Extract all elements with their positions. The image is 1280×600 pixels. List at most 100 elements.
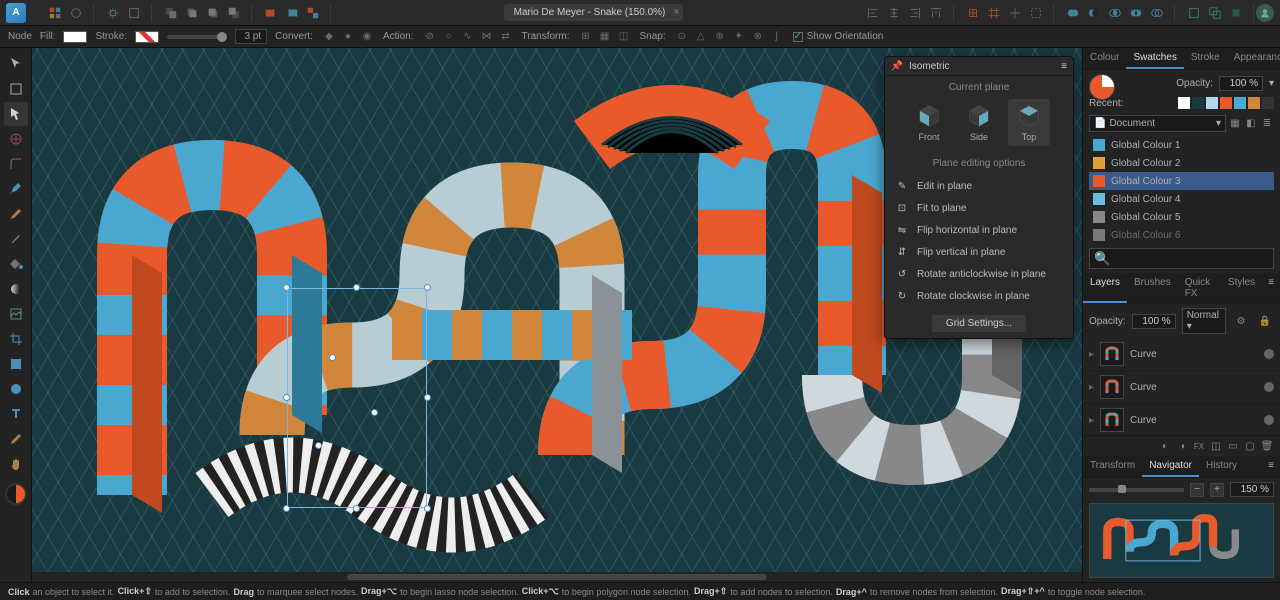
action-join-icon[interactable]: ⋈: [479, 29, 495, 45]
align-center-icon[interactable]: [885, 4, 903, 22]
grid-icon[interactable]: [985, 4, 1003, 22]
navigator-tab-history[interactable]: History: [1199, 456, 1244, 477]
align-left-icon[interactable]: [864, 4, 882, 22]
layers-panel-menu-icon[interactable]: ≡: [1262, 273, 1280, 303]
swatches-tab-colour[interactable]: Colour: [1083, 48, 1126, 69]
recent-swatch[interactable]: [1262, 97, 1274, 109]
layer-row[interactable]: ▸ Curve: [1083, 404, 1280, 435]
zoom-out-button[interactable]: −: [1190, 483, 1204, 497]
action-close-icon[interactable]: ○: [441, 29, 457, 45]
delete-layer-icon[interactable]: 🗑: [1260, 439, 1274, 453]
document-tab[interactable]: Mario De Meyer - Snake (150.0%) ×: [504, 4, 684, 21]
snap-nodes-icon[interactable]: ⊙: [674, 29, 690, 45]
group-layer-icon[interactable]: ▭: [1226, 439, 1240, 453]
place-tool[interactable]: [4, 302, 28, 326]
snap-geometry-icon[interactable]: △: [693, 29, 709, 45]
opacity-dropdown-icon[interactable]: ▾: [1269, 78, 1274, 89]
layer-opacity-input[interactable]: 100 %: [1132, 314, 1176, 329]
navigator-preview[interactable]: [1089, 503, 1274, 578]
iso-action-5[interactable]: ↻Rotate clockwise in plane: [885, 285, 1073, 307]
artboard-tool[interactable]: [4, 77, 28, 101]
grid-settings-button[interactable]: Grid Settings...: [932, 315, 1026, 332]
current-color-ring[interactable]: [1089, 74, 1115, 100]
layer-lock-icon[interactable]: 🔒: [1256, 312, 1274, 330]
navigator-panel-menu-icon[interactable]: ≡: [1262, 456, 1280, 477]
plane-side-button[interactable]: Side: [958, 99, 1000, 146]
swatches-tab-appearance[interactable]: Appearance: [1227, 48, 1280, 69]
global-colour-item[interactable]: Global Colour 3: [1089, 172, 1274, 190]
global-colour-item[interactable]: Global Colour 4: [1089, 190, 1274, 208]
iso-action-3[interactable]: ⇵Flip vertical in plane: [885, 241, 1073, 263]
swatch-search-input[interactable]: [1089, 248, 1274, 269]
mask-layer-icon[interactable]: ◐: [1158, 439, 1172, 453]
action-break-icon[interactable]: ⊘: [422, 29, 438, 45]
clip-canvas-icon[interactable]: [1027, 4, 1045, 22]
text-tool[interactable]: [4, 402, 28, 426]
layers-tab-brushes[interactable]: Brushes: [1127, 273, 1178, 303]
pen-tool[interactable]: [4, 177, 28, 201]
move-tool[interactable]: [4, 52, 28, 76]
symbols-icon[interactable]: [125, 4, 143, 22]
recent-swatch[interactable]: [1192, 97, 1204, 109]
fx-layer-icon[interactable]: FX: [1192, 439, 1206, 453]
layer-expand-icon[interactable]: ▸: [1089, 415, 1094, 426]
iso-action-2[interactable]: ⇋Flip horizontal in plane: [885, 219, 1073, 241]
blend-mode-select[interactable]: Normal ▾: [1182, 308, 1226, 334]
zoom-value[interactable]: 150 %: [1230, 482, 1274, 497]
snap-icon[interactable]: [964, 4, 982, 22]
hand-tool[interactable]: [4, 452, 28, 476]
snap-curves-icon[interactable]: ∫: [769, 29, 785, 45]
layers-tab-layers[interactable]: Layers: [1083, 273, 1127, 303]
fill-tool[interactable]: [4, 252, 28, 276]
arrange-backward-icon[interactable]: [183, 4, 201, 22]
layer-expand-icon[interactable]: ▸: [1089, 349, 1094, 360]
zoom-in-button[interactable]: +: [1210, 483, 1224, 497]
iso-action-4[interactable]: ↺Rotate anticlockwise in plane: [885, 263, 1073, 285]
layer-expand-icon[interactable]: ▸: [1089, 382, 1094, 393]
color-selector[interactable]: [5, 483, 27, 505]
canvas[interactable]: 📌 Isometric ≡ Current plane Front Side T…: [32, 48, 1082, 582]
recent-swatch[interactable]: [1178, 97, 1190, 109]
guides-icon[interactable]: [1006, 4, 1024, 22]
plane-front-button[interactable]: Front: [908, 99, 950, 146]
global-colour-item[interactable]: Global Colour 1: [1089, 136, 1274, 154]
stroke-width-value[interactable]: 3 pt: [235, 29, 267, 44]
iso-action-1[interactable]: ⊡Fit to plane: [885, 197, 1073, 219]
corner-tool[interactable]: [4, 152, 28, 176]
layer-visibility-toggle[interactable]: [1264, 349, 1274, 359]
layer-row[interactable]: ▸ Curve: [1083, 338, 1280, 371]
snap-off-icon[interactable]: ⊗: [750, 29, 766, 45]
point-transform-tool[interactable]: [4, 127, 28, 151]
ellipse-tool[interactable]: [4, 377, 28, 401]
layer-mask-icon[interactable]: [283, 4, 301, 22]
persona-icon[interactable]: [67, 4, 85, 22]
gear-icon[interactable]: [104, 4, 122, 22]
layer-visibility-toggle[interactable]: [1264, 415, 1274, 425]
crop-layer-icon[interactable]: ◫: [1209, 439, 1223, 453]
stroke-swatch[interactable]: [135, 31, 159, 43]
arrange-forward-icon[interactable]: [204, 4, 222, 22]
transparency-tool[interactable]: [4, 277, 28, 301]
swatch-list-icon[interactable]: ≣: [1260, 117, 1274, 131]
global-colour-item[interactable]: Global Colour 5: [1089, 208, 1274, 226]
arrange-front-icon[interactable]: [225, 4, 243, 22]
pin-icon[interactable]: 📌: [891, 60, 903, 72]
stroke-width-slider[interactable]: [167, 35, 227, 39]
layer-visibility-toggle[interactable]: [1264, 382, 1274, 392]
action-smooth-icon[interactable]: ∿: [460, 29, 476, 45]
plane-top-button[interactable]: Top: [1008, 99, 1050, 146]
action-reverse-icon[interactable]: ⇄: [498, 29, 514, 45]
transform-obj-icon[interactable]: ▦: [597, 29, 613, 45]
bool-add-icon[interactable]: [1064, 4, 1082, 22]
layer-settings-icon[interactable]: ⚙: [1232, 312, 1250, 330]
close-icon[interactable]: ×: [674, 7, 680, 18]
insert-inside-icon[interactable]: [1206, 4, 1224, 22]
account-icon[interactable]: [1256, 4, 1274, 22]
crop-tool[interactable]: [4, 327, 28, 351]
global-colour-item[interactable]: Global Colour 6: [1089, 226, 1274, 244]
bool-intersect-icon[interactable]: [1106, 4, 1124, 22]
node-tool[interactable]: [4, 102, 28, 126]
shape-tool[interactable]: [4, 352, 28, 376]
recent-swatch[interactable]: [1220, 97, 1232, 109]
layers-tab-styles[interactable]: Styles: [1221, 273, 1262, 303]
